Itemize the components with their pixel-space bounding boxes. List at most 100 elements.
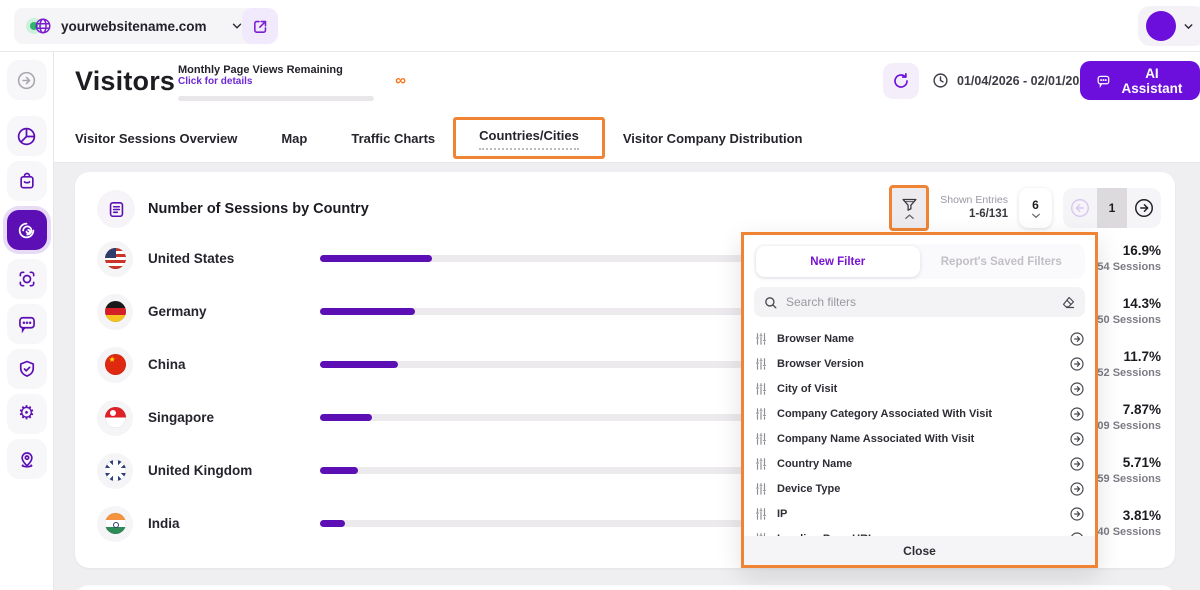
sessions-value: 54 Sessions (1089, 260, 1161, 276)
open-website-button[interactable] (242, 8, 278, 44)
chat-icon (1096, 72, 1111, 90)
page-title: Visitors (75, 66, 175, 97)
filter-item-city-of-visit[interactable]: City of Visit (754, 376, 1085, 401)
arrow-right-circle-icon[interactable] (1069, 356, 1085, 372)
filter-item-company-name-associated-with-visit[interactable]: Company Name Associated With Visit (754, 426, 1085, 451)
country-stats: 16.9%54 Sessions (1089, 241, 1161, 277)
tab-countries-cities[interactable]: Countries/Cities (479, 128, 579, 150)
arrow-right-circle-icon[interactable] (1069, 481, 1085, 497)
filter-item-label: IP (777, 508, 1060, 520)
arrow-right-circle-icon[interactable] (1069, 456, 1085, 472)
sessions-value: 40 Sessions (1089, 525, 1161, 541)
country-name: Singapore (148, 410, 320, 425)
sidebar-item-gear[interactable]: ⚙ (7, 394, 47, 434)
card-title: Number of Sessions by Country (148, 201, 369, 217)
ai-assistant-button[interactable]: AI Assistant (1080, 61, 1200, 100)
page-header: Visitors Monthly Page Views Remaining Cl… (54, 52, 1200, 115)
date-range-text: 01/04/2026 - 02/01/2026 (957, 74, 1093, 88)
sessions-value: 59 Sessions (1089, 472, 1161, 488)
filter-close-button[interactable]: Close (744, 536, 1095, 565)
in-flag-icon (105, 513, 126, 534)
sidebar-item-focus[interactable] (7, 259, 47, 299)
refresh-button[interactable] (883, 63, 919, 99)
filter-item-label: Company Name Associated With Visit (777, 433, 1060, 445)
sidebar-item-pie-chart[interactable] (7, 116, 47, 156)
top-bar: yourwebsitename.com (0, 0, 1200, 52)
de-flag-icon (105, 301, 126, 322)
arrow-right-circle-icon[interactable] (1069, 331, 1085, 347)
sidebar-item-bag[interactable] (7, 161, 47, 201)
sessions-value: 50 Sessions (1089, 313, 1161, 329)
location-icon (17, 449, 37, 469)
sliders-icon (754, 432, 768, 446)
country-stats: 3.81%40 Sessions (1089, 506, 1161, 542)
website-name: yourwebsitename.com (61, 19, 207, 34)
filter-item-browser-version[interactable]: Browser Version (754, 351, 1085, 376)
filter-item-country-name[interactable]: Country Name (754, 451, 1085, 476)
filter-item-browser-name[interactable]: Browser Name (754, 326, 1085, 351)
arrow-right-circle-icon[interactable] (1069, 381, 1085, 397)
arrow-right-circle-icon[interactable] (1069, 506, 1085, 522)
country-stats: 14.3%50 Sessions (1089, 294, 1161, 330)
sliders-icon (754, 357, 768, 371)
next-card-edge (75, 585, 1175, 590)
sliders-icon (754, 382, 768, 396)
tabs: Visitor Sessions Overview Map Traffic Char… (54, 115, 1200, 163)
website-selector[interactable]: yourwebsitename.com (14, 8, 256, 44)
sliders-icon (754, 332, 768, 346)
filter-tab-new-filter[interactable]: New Filter (756, 246, 920, 277)
clock-icon (932, 72, 949, 89)
arrow-right-circle-icon[interactable] (1069, 431, 1085, 447)
arrow-right-circle-icon[interactable] (1069, 406, 1085, 422)
flag-chip (97, 294, 133, 330)
account-menu[interactable] (1138, 6, 1200, 46)
focus-icon (17, 269, 37, 289)
quota-progress-bar (178, 96, 374, 101)
country-stats: 11.7%52 Sessions (1089, 347, 1161, 383)
tab-visitor-sessions-overview[interactable]: Visitor Sessions Overview (75, 131, 237, 146)
filter-search[interactable] (754, 287, 1085, 317)
percent-value: 16.9% (1089, 241, 1161, 261)
quota-details-link[interactable]: Click for details (178, 76, 378, 87)
gb-flag-icon (105, 460, 126, 481)
search-icon (763, 295, 778, 310)
filter-search-input[interactable] (786, 295, 1053, 309)
tab-label: Visitor Sessions Overview (75, 131, 237, 146)
country-name: Germany (148, 304, 320, 319)
arrow-right-circle-icon (1133, 197, 1155, 219)
sidebar-item-chat-bubble[interactable] (7, 304, 47, 344)
flag-chip (97, 453, 133, 489)
quota-title: Monthly Page Views Remaining (178, 64, 378, 76)
sidebar-item-location[interactable] (7, 439, 47, 479)
sessions-value: 52 Sessions (1089, 366, 1161, 382)
filter-item-ip[interactable]: IP (754, 501, 1085, 526)
eraser-icon[interactable] (1061, 295, 1076, 310)
chat-bubble-icon (17, 314, 37, 334)
percent-value: 3.81% (1089, 506, 1161, 526)
tab-traffic-charts[interactable]: Traffic Charts (351, 131, 435, 146)
sliders-icon (754, 507, 768, 521)
sliders-icon (754, 457, 768, 471)
shown-entries-label: Shown Entries (940, 193, 1008, 207)
tab-map[interactable]: Map (281, 131, 307, 146)
pie-chart-icon (16, 126, 37, 147)
percent-value: 7.87% (1089, 400, 1161, 420)
filter-button[interactable] (889, 185, 929, 231)
country-name: United States (148, 251, 320, 266)
page-size-dropdown[interactable]: 6 (1019, 188, 1052, 228)
filter-item-label: Company Category Associated With Visit (777, 408, 1060, 420)
sidebar-item-shield[interactable] (7, 349, 47, 389)
avatar (1146, 11, 1176, 41)
prev-page-button[interactable] (1063, 188, 1097, 228)
filter-list: Browser Name Browser Version City of Visit… (744, 325, 1095, 552)
sidebar-item-radar[interactable] (7, 210, 47, 250)
filter-tab-report-s-saved-filters[interactable]: Report's Saved Filters (920, 246, 1084, 277)
filter-item-label: Browser Version (777, 358, 1060, 370)
country-name: China (148, 357, 320, 372)
sidebar-item-collapse[interactable] (7, 60, 47, 100)
filter-item-company-category-associated-with-visit[interactable]: Company Category Associated With Visit (754, 401, 1085, 426)
filter-item-device-type[interactable]: Device Type (754, 476, 1085, 501)
next-page-button[interactable] (1127, 188, 1161, 228)
chevron-up-icon (904, 213, 915, 220)
tab-visitor-company-distribution[interactable]: Visitor Company Distribution (623, 131, 803, 146)
